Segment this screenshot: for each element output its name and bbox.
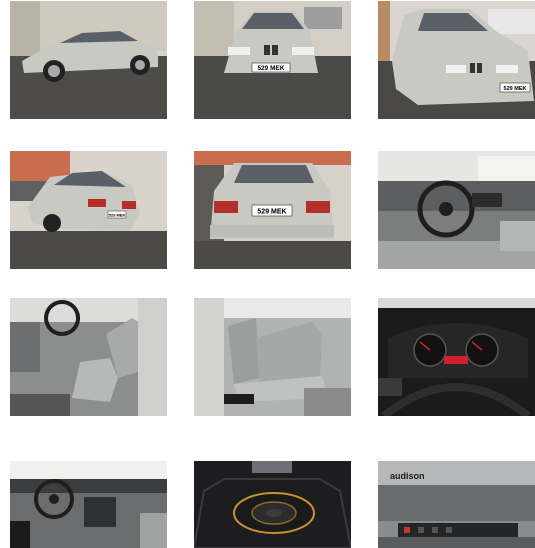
rear-seats-photo [194, 298, 351, 416]
trunk-subwoofer-photo [194, 461, 351, 548]
photo-thumb-9[interactable] [378, 298, 535, 416]
plate-text: 529 MEK [109, 213, 126, 218]
front-seats-photo [10, 298, 167, 416]
photo-grid: 529 MEK 529 MEK 529 MEK 529 MEK audison [0, 0, 535, 548]
plate-text: 529 MEK [504, 86, 527, 92]
plate-text: 529 MEK [257, 65, 284, 72]
photo-thumb-8[interactable] [194, 298, 351, 416]
photo-thumb-11[interactable] [194, 461, 351, 548]
car-rear-photo: 529 MEK [194, 151, 351, 269]
photo-thumb-7[interactable] [10, 298, 167, 416]
photo-thumb-1[interactable] [10, 1, 167, 119]
car-rear-angle-photo: 529 MEK [10, 151, 167, 269]
car-side-photo [10, 1, 167, 119]
photo-thumb-12[interactable]: audison [378, 461, 535, 548]
photo-thumb-4[interactable]: 529 MEK [10, 151, 167, 269]
photo-thumb-3[interactable]: 529 MEK [378, 1, 535, 119]
amplifier-photo: audison [378, 461, 535, 548]
plate-text: 529 MEK [257, 209, 286, 216]
dashboard-steering-photo [378, 151, 535, 269]
photo-thumb-6[interactable] [378, 151, 535, 269]
dashboard-wide-photo [10, 461, 167, 548]
instrument-cluster-photo [378, 298, 535, 416]
brand-text: audison [390, 471, 425, 481]
photo-thumb-2[interactable]: 529 MEK [194, 1, 351, 119]
car-front-angle-photo: 529 MEK [378, 1, 535, 119]
photo-thumb-10[interactable] [10, 461, 167, 548]
car-front-photo: 529 MEK [194, 1, 351, 119]
photo-thumb-5[interactable]: 529 MEK [194, 151, 351, 269]
